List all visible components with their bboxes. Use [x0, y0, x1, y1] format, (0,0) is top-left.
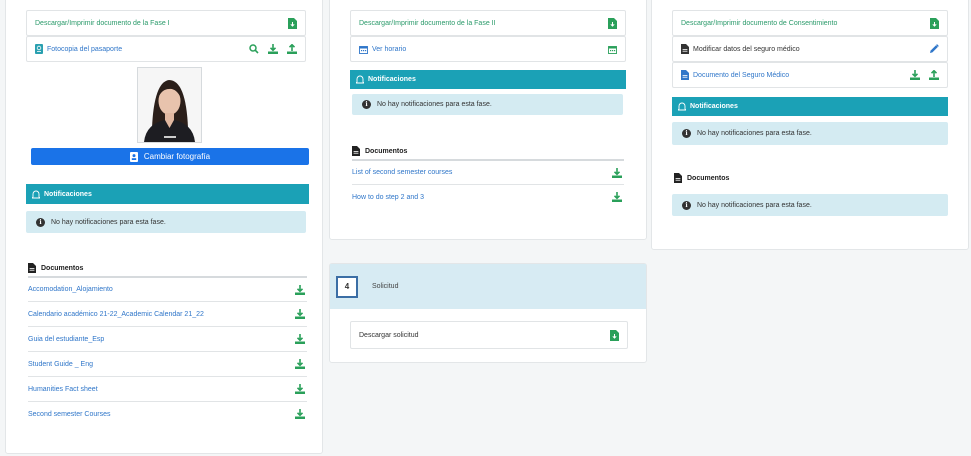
no-notifications-text: No hay notificaciones para esta fase. [697, 130, 812, 137]
insurance-edit-label[interactable]: Modificar datos del seguro médico [693, 46, 800, 53]
notifications-header: Notificaciones [672, 97, 948, 116]
list-item[interactable]: How to do step 2 and 3 [352, 184, 624, 209]
document-link[interactable]: Guia del estudiante_Esp [28, 336, 104, 343]
info-icon: i [682, 129, 691, 138]
no-notifications-text: No hay notificaciones para esta fase. [377, 101, 492, 108]
file-download-icon[interactable] [930, 17, 939, 29]
id-card-icon [129, 151, 138, 162]
phase-2-document-link[interactable]: Descargar/Imprimir documento de la Fase … [359, 20, 496, 27]
notifications-title: Notificaciones [44, 190, 92, 198]
no-notifications-alert: i No hay notificaciones para esta fase. [672, 122, 948, 145]
step-number: 4 [336, 275, 358, 298]
list-item[interactable]: List of second semester courses [352, 159, 624, 184]
no-notifications-text: No hay notificaciones para esta fase. [51, 218, 166, 226]
download-icon[interactable] [295, 284, 305, 295]
phase-1-panel: Descargar/Imprimir documento de la Fase … [5, 0, 323, 454]
upload-icon[interactable] [287, 44, 297, 54]
documents-header: Documentos [674, 173, 729, 183]
document-link[interactable]: List of second semester courses [352, 169, 452, 176]
step-4-header[interactable]: 4 Solicitud [330, 264, 646, 309]
documents-title: Documentos [365, 147, 408, 155]
file-download-icon[interactable] [608, 17, 617, 29]
list-item[interactable]: Humanities Fact sheet [28, 376, 307, 401]
download-icon[interactable] [295, 359, 305, 369]
consent-panel: Descargar/Imprimir documento de Consenti… [651, 0, 969, 250]
bell-icon [678, 102, 686, 111]
download-icon[interactable] [612, 167, 622, 178]
document-icon [28, 263, 36, 273]
notifications-header: Notificaciones [26, 184, 309, 204]
document-link[interactable]: How to do step 2 and 3 [352, 194, 424, 201]
document-icon [352, 146, 360, 156]
calendar-icon[interactable] [608, 45, 617, 54]
documents-title: Documentos [41, 264, 84, 272]
document-link[interactable]: Second semester Courses [28, 411, 110, 418]
step-4-panel: 4 Solicitud Descargar solicitud [329, 263, 647, 363]
download-icon[interactable] [910, 70, 920, 80]
document-link[interactable]: Accomodation_Alojamiento [28, 286, 113, 293]
bell-icon [356, 75, 364, 84]
file-download-icon[interactable] [288, 17, 297, 29]
documents-title: Documentos [687, 174, 730, 182]
phase-2-document-row[interactable]: Descargar/Imprimir documento de la Fase … [350, 10, 626, 36]
download-icon[interactable] [295, 309, 305, 319]
info-icon: i [682, 200, 691, 210]
calendar-icon [359, 45, 368, 54]
list-item[interactable]: Accomodation_Alojamiento [28, 276, 307, 301]
application-download-link[interactable]: Descargar solicitud [359, 332, 419, 339]
application-download-row[interactable]: Descargar solicitud [350, 321, 628, 349]
list-item[interactable]: Second semester Courses [28, 401, 307, 426]
phase-1-document-link[interactable]: Descargar/Imprimir documento de la Fase … [35, 20, 170, 27]
insurance-edit-row[interactable]: Modificar datos del seguro médico [672, 36, 948, 62]
info-icon: i [36, 217, 45, 227]
edit-icon[interactable] [929, 44, 939, 54]
documents-header: Documentos [28, 263, 83, 273]
schedule-link[interactable]: Ver horario [372, 46, 406, 53]
list-item[interactable]: Guia del estudiante_Esp [28, 326, 307, 351]
info-icon: i [362, 100, 371, 109]
phase-1-document-row[interactable]: Descargar/Imprimir documento de la Fase … [26, 10, 306, 36]
list-item[interactable]: Student Guide _ Eng [28, 351, 307, 376]
passport-label[interactable]: Fotocopia del pasaporte [47, 46, 122, 53]
profile-photo [137, 67, 202, 143]
download-icon[interactable] [612, 192, 622, 202]
bell-icon [32, 190, 40, 199]
documents-list: Accomodation_Alojamiento Calendario acad… [28, 276, 307, 426]
consent-document-row[interactable]: Descargar/Imprimir documento de Consenti… [672, 10, 948, 36]
no-notifications-alert: i No hay notificaciones para esta fase. [352, 94, 623, 115]
notifications-header: Notificaciones [350, 70, 626, 89]
list-item[interactable]: Calendario académico 21-22_Academic Cale… [28, 301, 307, 326]
download-icon[interactable] [295, 384, 305, 394]
consent-document-link[interactable]: Descargar/Imprimir documento de Consenti… [681, 20, 837, 27]
no-documents-alert: i No hay notificaciones para esta fase. [672, 194, 948, 216]
phase-2-panel: Descargar/Imprimir documento de la Fase … [329, 0, 647, 240]
search-icon[interactable] [249, 44, 259, 54]
documents-list: List of second semester courses How to d… [352, 159, 624, 209]
insurance-document-row: Documento del Seguro Médico [672, 62, 948, 88]
notifications-title: Notificaciones [368, 76, 416, 83]
document-icon [681, 70, 689, 80]
documents-header: Documentos [352, 146, 407, 156]
step-title: Solicitud [372, 283, 399, 290]
schedule-row[interactable]: Ver horario [350, 36, 626, 62]
change-photo-label: Cambiar fotografía [143, 152, 211, 161]
change-photo-button[interactable]: Cambiar fotografía [31, 148, 309, 165]
download-icon[interactable] [295, 334, 305, 344]
document-link[interactable]: Student Guide _ Eng [28, 361, 93, 368]
download-icon[interactable] [268, 44, 278, 54]
notifications-title: Notificaciones [690, 103, 738, 110]
passport-row: Fotocopia del pasaporte [26, 36, 306, 62]
upload-icon[interactable] [929, 70, 939, 80]
document-icon [674, 173, 682, 183]
document-link[interactable]: Humanities Fact sheet [28, 386, 98, 393]
passport-icon [35, 44, 43, 54]
no-notifications-alert: i No hay notificaciones para esta fase. [26, 211, 306, 233]
download-icon[interactable] [295, 409, 305, 419]
document-icon [681, 44, 689, 54]
insurance-document-link[interactable]: Documento del Seguro Médico [693, 72, 789, 79]
file-download-icon[interactable] [610, 329, 619, 341]
no-documents-text: No hay notificaciones para esta fase. [697, 201, 812, 209]
document-link[interactable]: Calendario académico 21-22_Academic Cale… [28, 311, 204, 318]
